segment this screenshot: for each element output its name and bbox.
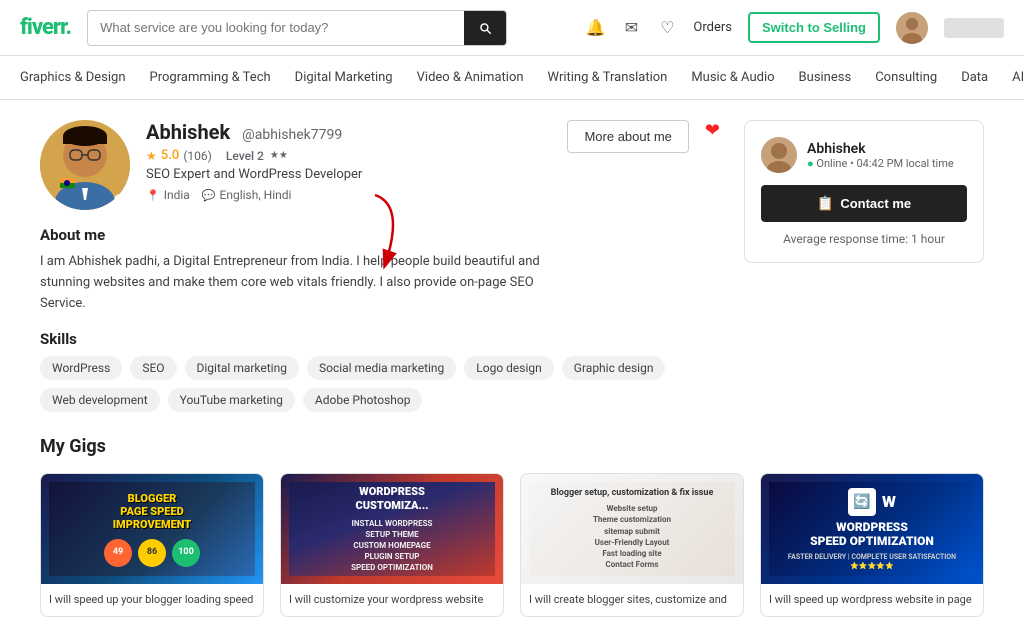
about-text: I am Abhishek padhi, a Digital Entrepren…: [40, 252, 580, 314]
contact-card: Abhishek ● Online • 04:42 PM local time …: [744, 120, 984, 263]
profile-rating: ★ 5.0 (106) Level 2 ★★: [146, 148, 551, 163]
level-stars: ★★: [270, 150, 288, 161]
level-badge: Level 2: [226, 149, 264, 163]
nav-writing-translation[interactable]: Writing & Translation: [548, 66, 668, 89]
gig-thumbnail-2: WORDPRESSCUSTOMIZA... INSTALL WORDPRESSS…: [281, 474, 503, 584]
online-status-text: Online: [816, 157, 847, 170]
gig-desc-2: I will customize your wordpress website: [281, 584, 503, 615]
profile-avatar: [40, 120, 130, 210]
skill-wordpress[interactable]: WordPress: [40, 356, 122, 380]
gig-thumbnail-4: 🔄 W WORDPRESSSPEED OPTIMIZATION FASTER D…: [761, 474, 983, 584]
gig-card-4[interactable]: 🔄 W WORDPRESSSPEED OPTIMIZATION FASTER D…: [760, 473, 984, 616]
fiverr-logo[interactable]: fiverr.: [20, 15, 71, 40]
gig-image-4: 🔄 W WORDPRESSSPEED OPTIMIZATION FASTER D…: [761, 474, 983, 584]
nav-graphics-design[interactable]: Graphics & Design: [20, 66, 126, 89]
search-icon: [478, 21, 492, 35]
about-section: About me I am Abhishek padhi, a Digital …: [40, 226, 720, 314]
search-bar: [87, 10, 507, 46]
favorite-icon[interactable]: ❤: [705, 120, 720, 141]
gig-card-2[interactable]: WORDPRESSCUSTOMIZA... INSTALL WORDPRESSS…: [280, 473, 504, 616]
notification-icon[interactable]: 🔔: [585, 18, 605, 38]
contact-icon: 📋: [817, 195, 834, 212]
skill-social-media[interactable]: Social media marketing: [307, 356, 456, 380]
search-button[interactable]: [464, 10, 506, 46]
rating-value: 5.0: [161, 148, 180, 163]
nav-consulting[interactable]: Consulting: [875, 66, 937, 89]
rating-count: (106): [183, 149, 212, 163]
profile-location: 📍 India: [146, 188, 190, 202]
nav-business[interactable]: Business: [799, 66, 852, 89]
username-display: [944, 18, 1004, 38]
skills-title: Skills: [40, 330, 720, 348]
profile-language: 💬 English, Hindi: [202, 188, 292, 202]
skill-digital-marketing[interactable]: Digital marketing: [185, 356, 299, 380]
gig-desc-3: I will create blogger sites, customize a…: [521, 584, 743, 615]
gig-thumbnail-3: Blogger setup, customization & fix issue…: [521, 474, 743, 584]
contact-button[interactable]: 📋 Contact me: [761, 185, 967, 222]
nav-data[interactable]: Data: [961, 66, 988, 89]
wishlist-icon[interactable]: ♡: [657, 18, 677, 38]
gig-card-1[interactable]: BLOGGERPAGE SPEEDIMPROVEMENT 49 86 100 I…: [40, 473, 264, 616]
main-content: Abhishek @abhishek7799 ★ 5.0 (106) Level…: [0, 100, 1024, 637]
about-title: About me: [40, 226, 720, 244]
gigs-section: My Gigs BLOGGERPAGE SPEEDIMPROVEMENT 49 …: [40, 436, 984, 616]
gigs-title: My Gigs: [40, 436, 984, 457]
contact-info: Abhishek ● Online • 04:42 PM local time: [807, 141, 954, 170]
contact-label: Contact me: [840, 196, 911, 211]
online-dot-icon: ●: [807, 157, 816, 170]
skill-seo[interactable]: SEO: [130, 356, 176, 380]
gig-image-1: BLOGGERPAGE SPEEDIMPROVEMENT 49 86 100: [41, 474, 263, 584]
avatar-image: [896, 12, 928, 44]
skill-youtube[interactable]: YouTube marketing: [168, 388, 295, 412]
nav-music-audio[interactable]: Music & Audio: [691, 66, 774, 89]
switch-to-selling-button[interactable]: Switch to Selling: [748, 12, 880, 43]
more-about-button[interactable]: More about me: [567, 120, 688, 153]
header-right: 🔔 ✉ ♡ Orders Switch to Selling: [585, 12, 1004, 44]
contact-avatar: [761, 137, 797, 173]
skill-web-development[interactable]: Web development: [40, 388, 160, 412]
language-icon: 💬: [202, 189, 216, 202]
profile-header: Abhishek @abhishek7799 ★ 5.0 (106) Level…: [40, 120, 720, 210]
gig-desc-1: I will speed up your blogger loading spe…: [41, 584, 263, 615]
header: fiverr. 🔔 ✉ ♡ Orders Switch to Selling: [0, 0, 1024, 56]
profile-handle: @abhishek7799: [242, 127, 342, 143]
main-nav: Graphics & Design Programming & Tech Dig…: [0, 56, 1024, 100]
local-time-value: 04:42 PM local time: [856, 157, 953, 170]
gig-image-2: WORDPRESSCUSTOMIZA... INSTALL WORDPRESSS…: [281, 474, 503, 584]
star-icon: ★: [146, 149, 157, 163]
profile-name: Abhishek: [146, 120, 230, 144]
profile-left: Abhishek @abhishek7799 ★ 5.0 (106) Level…: [40, 120, 720, 412]
skills-section: Skills WordPress SEO Digital marketing S…: [40, 330, 720, 412]
profile-meta: 📍 India 💬 English, Hindi: [146, 188, 551, 202]
profile-info: Abhishek @abhishek7799 ★ 5.0 (106) Level…: [146, 120, 551, 202]
orders-link[interactable]: Orders: [693, 20, 732, 35]
nav-video-animation[interactable]: Video & Animation: [417, 66, 524, 89]
gig-thumbnail-1: BLOGGERPAGE SPEEDIMPROVEMENT 49 86 100: [41, 474, 263, 584]
skill-logo-design[interactable]: Logo design: [464, 356, 553, 380]
gig-card-3[interactable]: Blogger setup, customization & fix issue…: [520, 473, 744, 616]
nav-digital-marketing[interactable]: Digital Marketing: [295, 66, 393, 89]
profile-section: Abhishek @abhishek7799 ★ 5.0 (106) Level…: [40, 120, 984, 412]
message-icon[interactable]: ✉: [621, 18, 641, 38]
nav-ai-services[interactable]: AI Services: [1012, 66, 1024, 89]
skill-photoshop[interactable]: Adobe Photoshop: [303, 388, 423, 412]
nav-programming-tech[interactable]: Programming & Tech: [150, 66, 271, 89]
profile-actions-area: More about me ❤: [567, 120, 720, 153]
contact-status: ● Online • 04:42 PM local time: [807, 157, 954, 170]
profile-title: SEO Expert and WordPress Developer: [146, 167, 551, 182]
contact-name: Abhishek: [807, 141, 954, 157]
more-about-label: More about me: [584, 129, 671, 144]
location-icon: 📍: [146, 189, 160, 202]
profile-wrapper: Abhishek @abhishek7799 ★ 5.0 (106) Level…: [40, 120, 984, 412]
search-input[interactable]: [88, 20, 464, 35]
response-time: Average response time: 1 hour: [761, 232, 967, 246]
gigs-grid: BLOGGERPAGE SPEEDIMPROVEMENT 49 86 100 I…: [40, 473, 984, 616]
contact-card-header: Abhishek ● Online • 04:42 PM local time: [761, 137, 967, 173]
online-indicator: [114, 194, 126, 206]
gig-image-3: Blogger setup, customization & fix issue…: [521, 474, 743, 584]
skills-list: WordPress SEO Digital marketing Social m…: [40, 356, 720, 412]
user-avatar[interactable]: [896, 12, 928, 44]
skill-graphic-design[interactable]: Graphic design: [562, 356, 666, 380]
gig-desc-4: I will speed up wordpress website in pag…: [761, 584, 983, 615]
